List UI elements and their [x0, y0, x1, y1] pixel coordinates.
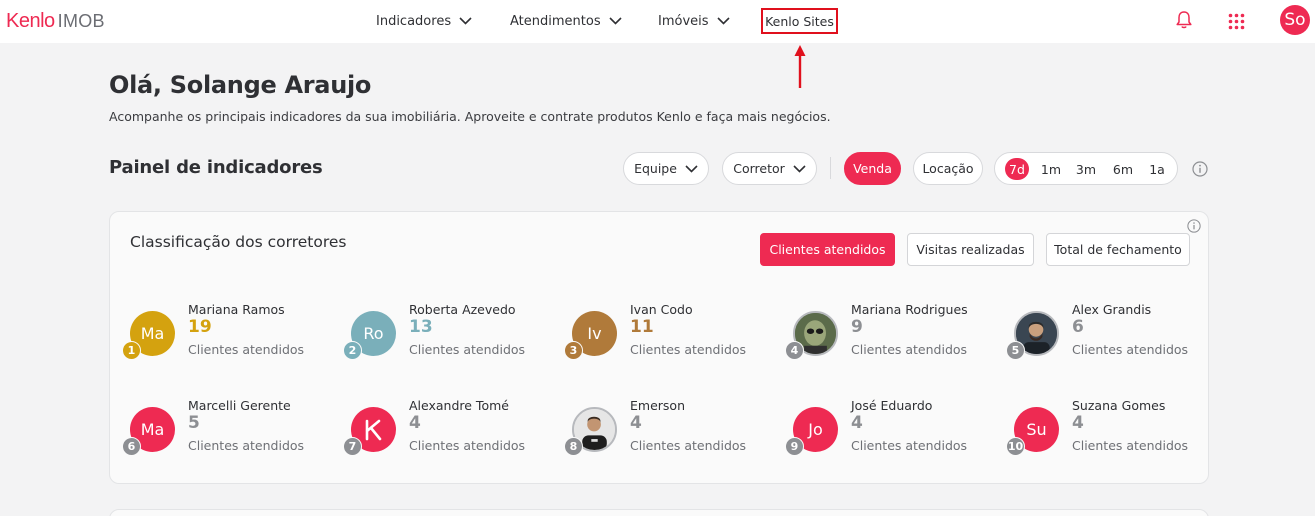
- period-selector: 7d 1m 3m 6m 1a: [994, 152, 1178, 185]
- page-title: Olá, Solange Araujo: [109, 71, 372, 99]
- broker-metric-value: 4: [630, 413, 642, 433]
- info-icon[interactable]: [1192, 161, 1208, 177]
- broker-metric-value: 4: [409, 413, 421, 433]
- rank-badge: 2: [343, 341, 362, 360]
- chevron-down-icon: [609, 17, 622, 25]
- broker-rank-item[interactable]: Su 10 Suzana Gomes 4 Clientes atendidos: [1006, 398, 1214, 468]
- broker-rank-item[interactable]: 8 Emerson 4 Clientes atendidos: [564, 398, 772, 468]
- nav-atendimentos[interactable]: Atendimentos: [510, 11, 622, 31]
- broker-name: Roberta Azevedo: [409, 302, 516, 317]
- bell-icon[interactable]: [1175, 10, 1193, 30]
- rank-badge: 7: [343, 437, 362, 456]
- user-avatar[interactable]: So: [1280, 5, 1310, 35]
- broker-metric-value: 4: [851, 413, 863, 433]
- divider: [830, 157, 831, 179]
- rank-badge: 6: [122, 437, 141, 456]
- rent-toggle[interactable]: Locação: [913, 152, 983, 185]
- broker-metric-label: Clientes atendidos: [1072, 342, 1189, 357]
- broker-filter-label: Corretor: [733, 161, 785, 176]
- info-icon[interactable]: [1187, 219, 1201, 233]
- nav-kenlo-sites[interactable]: Kenlo Sites: [761, 8, 838, 34]
- broker-metric-value: 5: [188, 413, 200, 433]
- period-3m[interactable]: 3m: [1075, 158, 1097, 180]
- broker-metric-label: Clientes atendidos: [851, 438, 968, 453]
- broker-name: Alexandre Tomé: [409, 398, 509, 413]
- nav-indicadores[interactable]: Indicadores: [376, 11, 472, 31]
- nav-label: Indicadores: [376, 13, 452, 29]
- broker-name: Emerson: [630, 398, 685, 413]
- rank-badge: 1: [122, 341, 141, 360]
- period-7d[interactable]: 7d: [1005, 158, 1029, 180]
- broker-rank-item[interactable]: 4 Mariana Rodrigues 9 Clientes atendidos: [785, 302, 993, 372]
- broker-metric-label: Clientes atendidos: [1072, 438, 1189, 453]
- broker-rank-item[interactable]: Iv 3 Ivan Codo 11 Clientes atendidos: [564, 302, 772, 372]
- broker-metric-label: Clientes atendidos: [188, 342, 305, 357]
- tab-total-closing[interactable]: Total de fechamento: [1046, 233, 1190, 266]
- broker-name: Mariana Ramos: [188, 302, 285, 317]
- broker-metric-label: Clientes atendidos: [188, 438, 305, 453]
- nav-imoveis[interactable]: Imóveis: [658, 11, 730, 31]
- top-bar: Kenlo IMOB Indicadores Atendimentos Imóv…: [0, 0, 1315, 43]
- broker-filter[interactable]: Corretor: [722, 152, 817, 185]
- broker-metric-label: Clientes atendidos: [409, 438, 526, 453]
- broker-ranking-card: Classificação dos corretores Clientes at…: [109, 211, 1209, 484]
- team-filter-label: Equipe: [634, 161, 677, 176]
- broker-rank-item[interactable]: Jo 9 José Eduardo 4 Clientes atendidos: [785, 398, 993, 468]
- rank-badge: 4: [785, 341, 804, 360]
- annotation-arrow: [794, 45, 806, 88]
- rank-badge: 8: [564, 437, 583, 456]
- broker-metric-label: Clientes atendidos: [630, 342, 747, 357]
- rank-badge: 5: [1006, 341, 1025, 360]
- broker-name: Alex Grandis: [1072, 302, 1152, 317]
- broker-name: José Eduardo: [851, 398, 933, 413]
- broker-metric-label: Clientes atendidos: [851, 342, 968, 357]
- logo-brand: Kenlo: [6, 10, 55, 32]
- nav-label: Atendimentos: [510, 13, 601, 29]
- kenlo-imob-logo[interactable]: Kenlo IMOB: [6, 10, 105, 32]
- period-1a[interactable]: 1a: [1146, 158, 1168, 180]
- rank-badge: 10: [1006, 437, 1025, 456]
- sale-toggle[interactable]: Venda: [844, 152, 901, 185]
- broker-metric-value: 11: [630, 317, 654, 337]
- rank-badge: 3: [564, 341, 583, 360]
- broker-rank-item[interactable]: Ma 1 Mariana Ramos 19 Clientes atendidos: [122, 302, 330, 372]
- tab-clients-served[interactable]: Clientes atendidos: [760, 233, 895, 266]
- broker-rank-item[interactable]: 7 Alexandre Tomé 4 Clientes atendidos: [343, 398, 551, 468]
- broker-metric-value: 4: [1072, 413, 1084, 433]
- broker-name: Marcelli Gerente: [188, 398, 291, 413]
- broker-metric-value: 9: [851, 317, 863, 337]
- nav-label: Kenlo Sites: [765, 13, 834, 29]
- kenlo-k-icon: [365, 419, 381, 440]
- card-title: Classificação dos corretores: [130, 233, 347, 251]
- broker-metric-label: Clientes atendidos: [409, 342, 526, 357]
- team-filter[interactable]: Equipe: [623, 152, 709, 185]
- broker-name: Ivan Codo: [630, 302, 693, 317]
- broker-name: Mariana Rodrigues: [851, 302, 968, 317]
- chevron-down-icon: [459, 17, 472, 25]
- period-6m[interactable]: 6m: [1112, 158, 1134, 180]
- broker-rank-item[interactable]: Ro 2 Roberta Azevedo 13 Clientes atendidos: [343, 302, 551, 372]
- broker-metric-value: 19: [188, 317, 212, 337]
- tab-visits-made[interactable]: Visitas realizadas: [907, 233, 1034, 266]
- logo-product: IMOB: [57, 11, 105, 31]
- broker-rank-item[interactable]: 5 Alex Grandis 6 Clientes atendidos: [1006, 302, 1214, 372]
- page-subtitle: Acompanhe os principais indicadores da s…: [109, 109, 831, 124]
- rank-badge: 9: [785, 437, 804, 456]
- chevron-down-icon: [685, 164, 698, 173]
- next-card: [109, 509, 1209, 516]
- broker-rank-item[interactable]: Ma 6 Marcelli Gerente 5 Clientes atendidos: [122, 398, 330, 468]
- chevron-down-icon: [716, 17, 730, 25]
- broker-name: Suzana Gomes: [1072, 398, 1166, 413]
- broker-metric-value: 13: [409, 317, 433, 337]
- panel-title: Painel de indicadores: [109, 157, 323, 178]
- broker-metric-value: 6: [1072, 317, 1084, 337]
- apps-grid-icon[interactable]: [1228, 13, 1245, 30]
- nav-label: Imóveis: [658, 13, 709, 29]
- broker-metric-label: Clientes atendidos: [630, 438, 747, 453]
- period-1m[interactable]: 1m: [1040, 158, 1062, 180]
- chevron-down-icon: [793, 164, 806, 173]
